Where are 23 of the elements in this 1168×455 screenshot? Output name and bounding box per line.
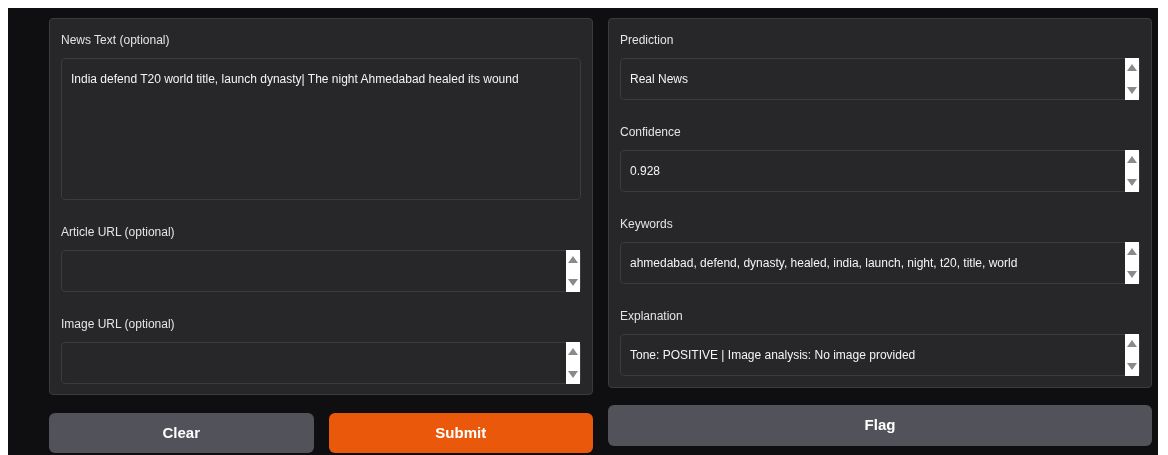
field-label: News Text (optional) xyxy=(61,32,171,49)
field-label: Keywords xyxy=(620,216,674,233)
field-label: Prediction xyxy=(620,32,675,49)
scroll-arrows-icon[interactable] xyxy=(1125,242,1139,284)
scroll-arrows-icon[interactable] xyxy=(566,250,580,292)
field-label: Confidence xyxy=(620,124,682,141)
action-button[interactable]: Flag xyxy=(608,405,1152,446)
submit-button[interactable]: Submit xyxy=(328,413,593,453)
text-field[interactable] xyxy=(61,342,581,384)
text-field[interactable] xyxy=(61,250,581,292)
action-button[interactable]: Clear xyxy=(49,413,314,453)
text-area[interactable]: India defend T20 world title, launch dynasty| The night Ahmedabad healed its wound xyxy=(61,58,581,200)
scroll-arrows-icon[interactable] xyxy=(1125,334,1139,376)
field-label: Explanation xyxy=(620,308,684,325)
text-field[interactable]: Real News xyxy=(620,58,1140,100)
scroll-arrows-icon[interactable] xyxy=(1125,58,1139,100)
scroll-arrows-icon[interactable] xyxy=(1125,150,1139,192)
scroll-arrows-icon[interactable] xyxy=(566,342,580,384)
text-field[interactable]: ahmedabad, defend, dynasty, healed, india, launch, night, t20, title, world xyxy=(620,242,1140,284)
field-label: Image URL (optional) xyxy=(61,316,176,333)
text-field[interactable]: Tone: POSITIVE | Image analysis: No image provided xyxy=(620,334,1140,376)
field-label: Article URL (optional) xyxy=(61,224,176,241)
text-field[interactable]: 0.928 xyxy=(620,150,1140,192)
